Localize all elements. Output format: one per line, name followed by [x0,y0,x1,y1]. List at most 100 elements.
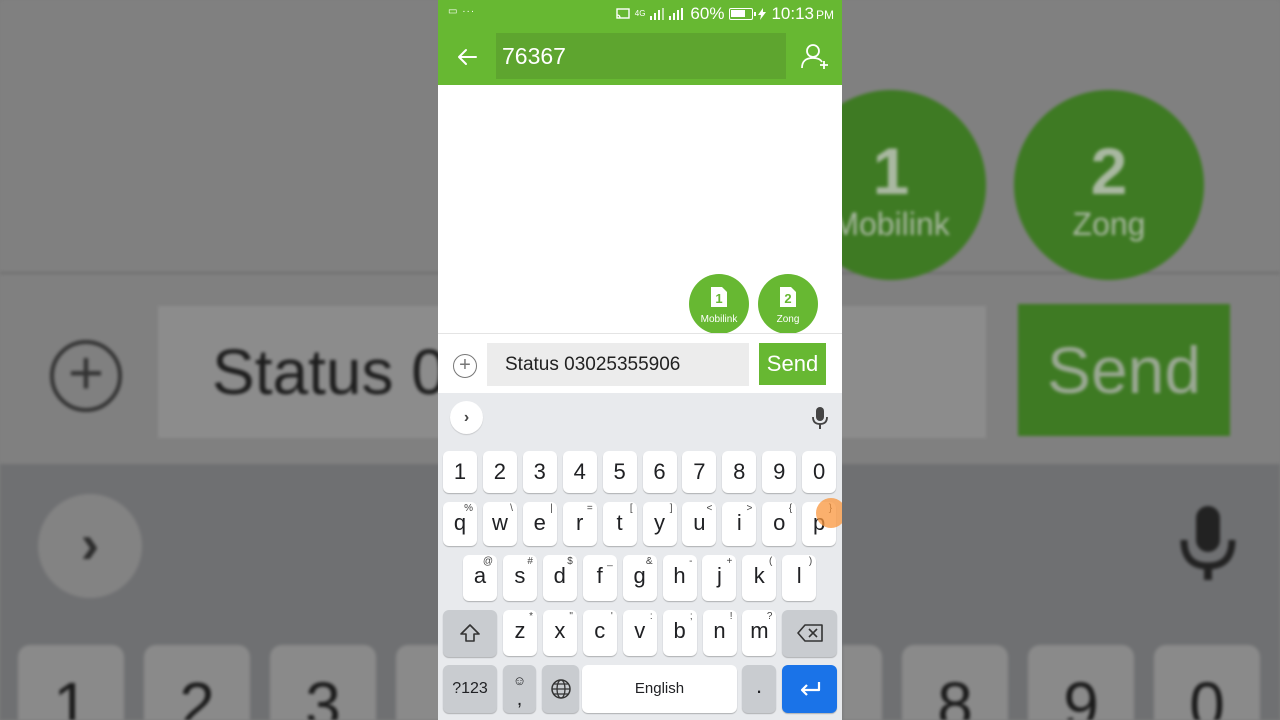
key-z[interactable]: z * [503,610,537,656]
signal-2-icon [669,8,684,20]
key-r[interactable]: r = [562,502,597,546]
sim-1-label: Mobilink [700,314,738,325]
key-hint: < [706,503,713,514]
key-3[interactable]: 3 [522,451,557,493]
bg-key: 2 [144,645,250,720]
key-c[interactable]: c ' [582,610,617,656]
notification-icons: ▭ ··· [448,6,476,17]
space-key[interactable]: English [582,665,737,713]
key-hint: @ [482,556,493,567]
key-4[interactable]: 4 [562,451,597,493]
key-1[interactable]: 1 [443,451,477,493]
key-l[interactable]: l) [782,555,817,601]
key-9[interactable]: 9 [762,451,797,493]
key-k[interactable]: k( [742,555,777,601]
key-label: v [634,618,646,643]
key-8[interactable]: 8 [722,451,757,493]
key-label: c [594,618,606,643]
app-bar: 76367 [438,28,842,85]
shift-key[interactable] [443,610,497,657]
recipient-field[interactable]: 76367 [496,33,786,79]
key-j[interactable]: j + [702,555,737,601]
key-hint: : [649,611,653,622]
key-0[interactable]: 0 [802,451,837,493]
enter-key[interactable] [782,665,837,713]
comma-key[interactable]: ☺ , [503,665,536,713]
key-y[interactable]: y] [642,502,677,546]
bg-key: 8 [902,645,1008,720]
key-label: o [773,510,786,535]
key-u[interactable]: u < [682,502,717,546]
clock: 10:13 [771,4,814,23]
key-label: u [693,510,706,535]
key-7[interactable]: 7 [682,451,717,493]
key-m[interactable]: m? [742,610,777,656]
chevron-right-icon[interactable]: › [450,401,483,434]
key-hint: ? [766,611,773,622]
key-f[interactable]: f _ [582,555,617,601]
key-label: 2 [493,459,507,484]
bg-mic-icon [1180,506,1236,580]
key-label: 4 [573,459,586,484]
key-hint: \ [510,503,513,514]
key-n[interactable]: n! [702,610,737,656]
key-hint: ; [689,611,693,622]
key-d[interactable]: d $ [542,555,577,601]
backspace-key[interactable] [782,610,837,657]
bg-key: 1 [18,645,124,720]
sim-1-button[interactable]: 1 Mobilink [689,274,749,334]
key-label: 0 [812,459,826,484]
key-2[interactable]: 2 [482,451,517,493]
key-e[interactable]: e | [522,502,557,546]
key-hint: ] [669,503,673,514]
arrow-left-icon[interactable] [452,42,482,72]
key-hint: ) [808,556,813,567]
key-t[interactable]: t[ [602,502,637,546]
key-label: f [596,563,603,588]
key-hint: | [550,503,553,514]
bg-sim-2-label: Zong [1072,206,1146,242]
symbols-key[interactable]: ?123 [443,665,497,713]
key-q[interactable]: q% [443,502,477,546]
message-input[interactable]: Status 03025355906 [487,343,749,386]
key-6[interactable]: 6 [642,451,677,493]
key-v[interactable]: v: [622,610,657,656]
add-contact-icon[interactable] [800,41,830,71]
key-g[interactable]: g & [622,555,657,601]
mic-icon[interactable] [812,407,828,429]
key-label: 8 [733,459,746,484]
sim-1-number: 1 [715,291,722,306]
key-label: y [654,510,665,535]
key-a[interactable]: a @ [463,555,497,601]
sim-2-button[interactable]: 2 Zong [758,274,818,334]
bg-key: 0 [1154,645,1260,720]
period-key[interactable]: . [742,665,776,713]
key-h[interactable]: h- [662,555,697,601]
key-b[interactable]: b; [662,610,697,656]
key-hint: ( [768,556,773,567]
bg-key: 9 [1028,645,1134,720]
key-hint: _ [607,556,613,567]
message-thread: 1 Mobilink 2 Zong [438,85,842,334]
shift-icon [460,624,480,642]
language-key[interactable] [542,665,579,713]
clock-ampm: PM [816,8,834,22]
key-w[interactable]: w \ [482,502,517,546]
key-hint: % [464,503,473,514]
key-label: s [514,563,526,588]
key-label: 9 [773,459,786,484]
key-o[interactable]: o{ [762,502,797,546]
key-5[interactable]: 5 [602,451,637,493]
sim-card-icon: 2 [780,287,796,307]
key-hint: { [788,503,793,514]
phone-screen: ▭ ··· 4G 60% 10:13 PM 76367 1 Mobilink 2… [438,0,842,720]
send-button[interactable]: Send [759,343,826,385]
signal-icon [650,8,665,20]
key-i[interactable]: i > [722,502,757,546]
key-label: k [753,563,765,588]
key-x[interactable]: x " [542,610,577,656]
key-s[interactable]: s # [502,555,537,601]
bg-chevron-icon: › [38,494,142,598]
emoji-icon: ☺ [512,673,527,688]
attach-plus-icon[interactable]: + [453,354,477,378]
